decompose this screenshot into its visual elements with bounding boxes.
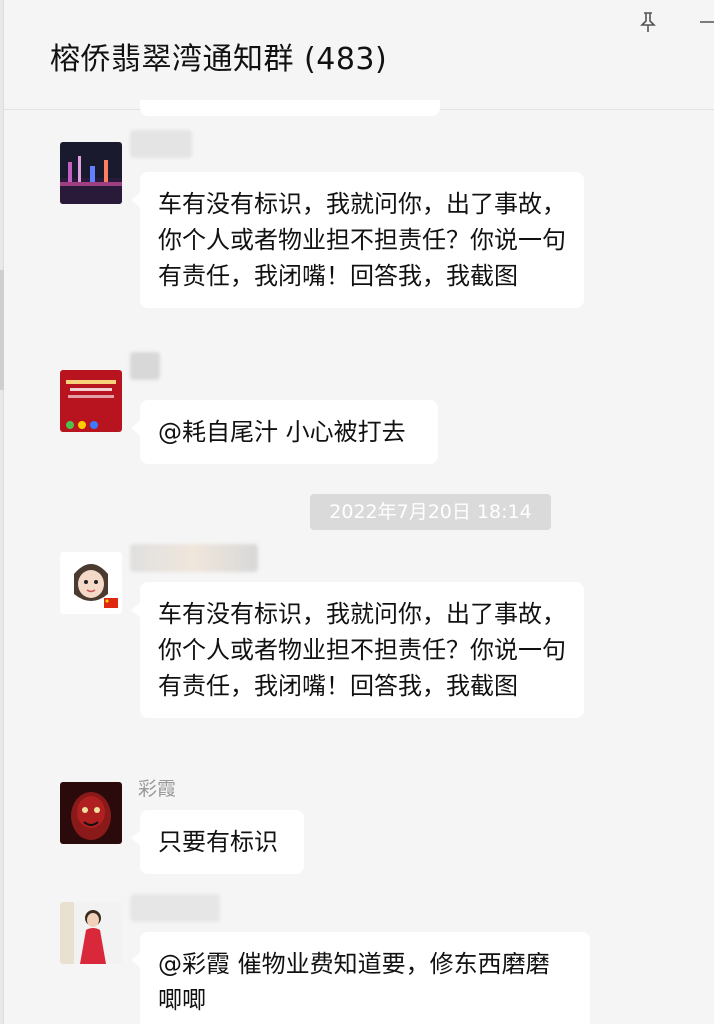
sender-name-redacted <box>130 544 258 572</box>
message-bubble[interactable]: 车有没有标识，我就问你，出了事故，你个人或者物业担不担责任？你说一句有责任，我闭… <box>131 582 584 718</box>
timestamp-separator: 2022年7月20日 18:14 <box>310 494 551 530</box>
sender-name-redacted <box>130 352 160 380</box>
minimize-icon[interactable] <box>696 10 714 34</box>
avatar[interactable] <box>60 902 122 964</box>
chat-window: 榕侨翡翠湾通知群 (483) 车有没有标识，我就问你，出了事故，你个人或者物业担… <box>0 0 714 1024</box>
message-text: 车有没有标识，我就问你，出了事故，你个人或者物业担不担责任？你说一句有责任，我闭… <box>158 190 566 290</box>
avatar[interactable] <box>60 552 122 614</box>
sender-name-redacted <box>130 130 192 158</box>
message-bubble[interactable]: 只要有标识 <box>131 810 304 874</box>
chat-title: 榕侨翡翠湾通知群 (483) <box>50 42 388 77</box>
scrollbar-thumb[interactable] <box>0 270 4 390</box>
message-text: @彩霞 催物业费知道要，修东西磨磨唧唧 <box>158 950 550 1014</box>
sender-name: 彩霞 <box>138 778 177 800</box>
message-text: 只要有标识 <box>158 828 278 856</box>
previous-message-bubble <box>140 100 440 116</box>
avatar[interactable] <box>60 142 122 204</box>
avatar[interactable] <box>60 370 122 432</box>
message-bubble[interactable]: 车有没有标识，我就问你，出了事故，你个人或者物业担不担责任？你说一句有责任，我闭… <box>131 172 584 308</box>
avatar[interactable] <box>60 782 122 844</box>
pin-icon[interactable] <box>638 10 658 34</box>
message-bubble[interactable]: @彩霞 催物业费知道要，修东西磨磨唧唧 <box>131 932 590 1024</box>
message-bubble[interactable]: @耗自尾汁 小心被打去 <box>131 400 438 464</box>
chat-header: 榕侨翡翠湾通知群 (483) <box>4 0 714 110</box>
left-divider <box>0 0 4 1024</box>
message-text: @耗自尾汁 小心被打去 <box>158 418 406 446</box>
sender-name-redacted <box>130 894 220 922</box>
message-text: 车有没有标识，我就问你，出了事故，你个人或者物业担不担责任？你说一句有责任，我闭… <box>158 600 566 700</box>
